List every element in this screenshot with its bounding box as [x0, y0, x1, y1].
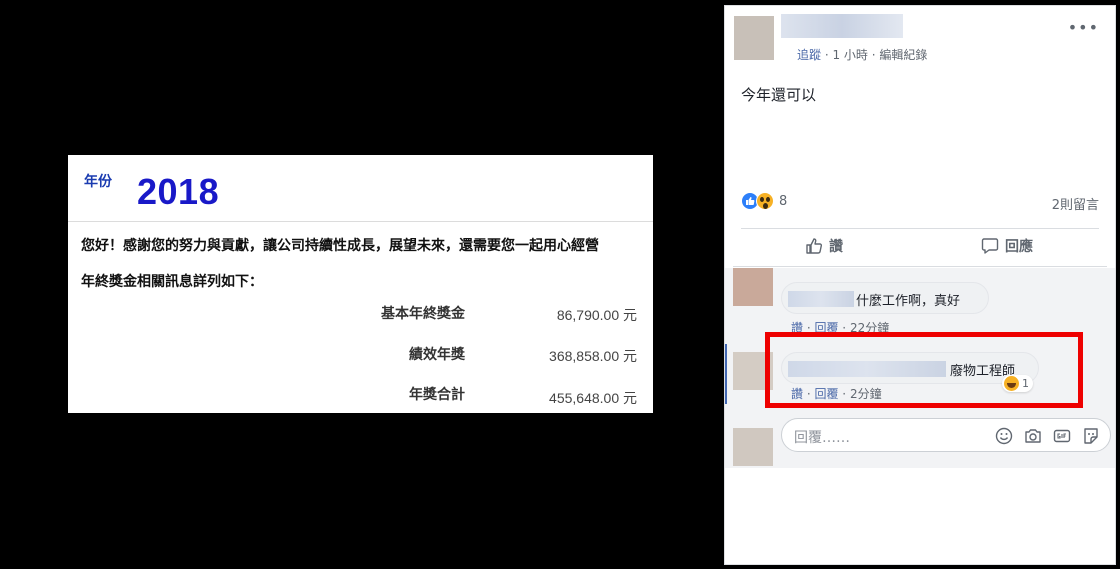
highlight-box — [765, 332, 1083, 408]
edit-history-link[interactable]: 編輯紀錄 — [879, 48, 927, 62]
post-time: · 1 小時 · — [821, 48, 880, 62]
comment-button-label: 回應 — [1005, 239, 1033, 255]
divider — [741, 228, 1099, 229]
year-value: 2018 — [137, 171, 220, 212]
comment-bubble: 什麼工作啊，真好 — [781, 282, 989, 314]
comment-count[interactable]: 2則留言 — [1052, 194, 1099, 213]
base-bonus-value: 86,790.00 元 — [556, 307, 637, 323]
post-meta: 追蹤 · 1 小時 · 編輯紀錄 — [797, 46, 927, 63]
performance-bonus-value: 368,858.00 元 — [549, 348, 637, 364]
author-avatar[interactable] — [734, 16, 774, 60]
reply-composer: 回覆…… — [725, 408, 1115, 466]
post-body: 今年還可以 — [741, 86, 817, 104]
base-bonus-label: 基本年終獎金 — [381, 306, 465, 322]
reply-tools — [994, 426, 1100, 445]
like-button-label: 讚 — [829, 239, 843, 255]
intro-text: 年終獎金相關訊息詳列如下： — [81, 274, 263, 290]
total-bonus-value: 455,648.00 元 — [549, 390, 637, 406]
more-options-icon[interactable]: ••• — [1068, 18, 1099, 37]
greeting-text: 您好！感謝您的努力與貢獻，讓公司持續性成長，展望未來，還需要您一起用心經營 — [81, 238, 599, 254]
emoji-icon[interactable] — [994, 426, 1013, 445]
active-comment-indicator — [725, 344, 727, 404]
thumbs-up-icon — [806, 238, 823, 254]
commenter-name-redacted[interactable] — [788, 291, 854, 307]
year-label: 年份 — [84, 174, 112, 190]
performance-bonus-label: 績效年獎 — [409, 347, 465, 363]
reply-placeholder: 回覆…… — [794, 430, 850, 446]
social-post: 追蹤 · 1 小時 · 編輯紀錄 ••• 今年還可以 8 2則留言 讚 回應 什… — [724, 5, 1116, 565]
divider — [68, 221, 653, 222]
comment-icon — [981, 238, 999, 254]
reply-input[interactable]: 回覆…… — [781, 418, 1111, 452]
wow-reaction-icon — [756, 192, 774, 210]
reaction-summary[interactable]: 8 — [741, 192, 787, 210]
like-button[interactable]: 讚 — [805, 236, 843, 256]
reaction-count: 8 — [779, 193, 788, 209]
commenter-avatar[interactable] — [733, 268, 773, 306]
camera-icon[interactable] — [1023, 426, 1042, 445]
sticker-icon[interactable] — [1081, 426, 1100, 445]
author-name-redacted[interactable] — [781, 14, 903, 38]
bonus-slip: 年份 2018 您好！感謝您的努力與貢獻，讓公司持續性成長，展望未來，還需要您一… — [68, 155, 653, 413]
divider — [733, 266, 1107, 267]
comment-button[interactable]: 回應 — [981, 236, 1033, 256]
total-bonus-label: 年獎合計 — [409, 387, 465, 403]
comment-text: 什麼工作啊，真好 — [856, 294, 961, 309]
follow-link[interactable]: 追蹤 — [797, 48, 821, 62]
current-user-avatar — [733, 428, 773, 466]
gif-icon[interactable] — [1052, 426, 1071, 445]
